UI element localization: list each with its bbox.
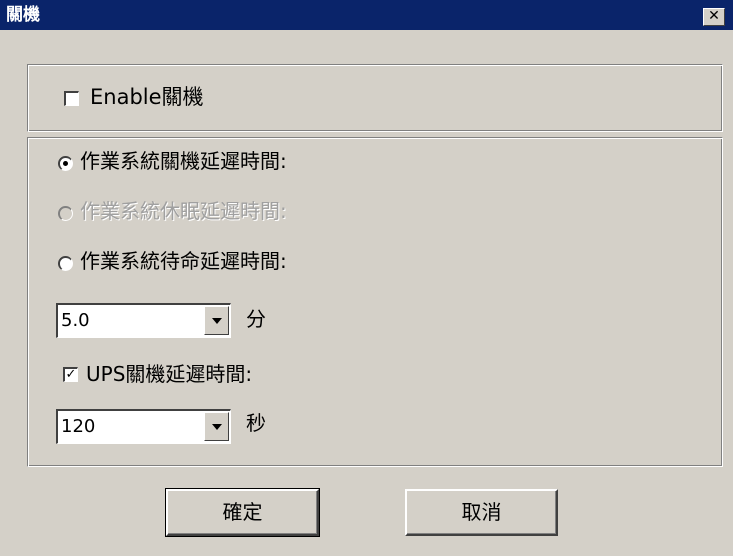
os-delay-value: 5.0 (61, 310, 90, 331)
radio-os-standby[interactable] (58, 256, 73, 271)
ups-delay-label: UPS關機延遲時間: (86, 362, 253, 386)
close-button[interactable]: ✕ (703, 8, 725, 26)
radio-selected-dot (63, 161, 68, 166)
ups-checkbox[interactable]: ✓ (63, 367, 78, 382)
os-shutdown-label: 作業系統關機延遲時間: (80, 149, 287, 173)
os-delay-combo[interactable]: 5.0 (56, 303, 231, 338)
ups-delay-unit: 秒 (246, 411, 266, 435)
window-title: 關機 (6, 5, 40, 25)
ups-delay-combo[interactable]: 120 (56, 409, 231, 444)
enable-label: Enable關機 (90, 85, 204, 109)
dropdown-arrow-icon[interactable] (204, 412, 229, 441)
title-bar: 關機 ✕ (0, 0, 733, 30)
os-standby-label: 作業系統待命延遲時間: (80, 249, 287, 273)
os-hibernate-label: 作業系統休眠延遲時間: (80, 199, 287, 223)
close-icon: ✕ (708, 8, 720, 24)
ups-delay-value: 120 (61, 416, 96, 437)
enable-checkbox[interactable] (64, 91, 79, 106)
cancel-button[interactable]: 取消 (405, 489, 558, 536)
checkmark-icon: ✓ (65, 367, 77, 382)
dropdown-arrow-icon[interactable] (204, 306, 229, 335)
radio-os-shutdown[interactable] (58, 156, 73, 171)
os-delay-unit: 分 (246, 307, 266, 331)
ok-button[interactable]: 確定 (165, 488, 320, 537)
radio-os-hibernate[interactable] (58, 206, 73, 221)
